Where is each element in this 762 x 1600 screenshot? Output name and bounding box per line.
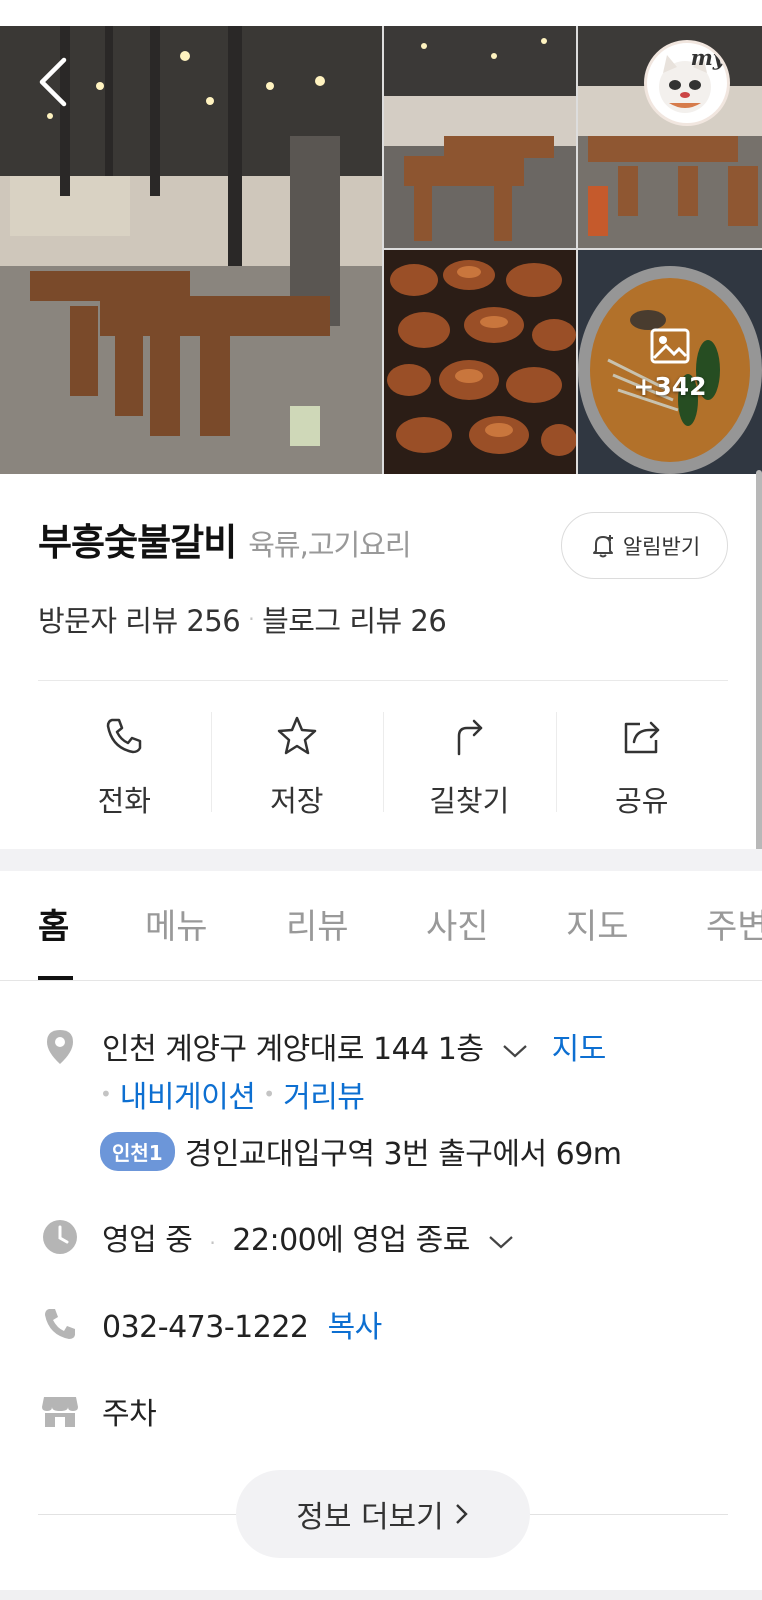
photo-more-overlay[interactable]: +342: [578, 250, 762, 474]
subway-row: 인천1 경인교대입구역 3번 출구에서 69m: [100, 1129, 622, 1173]
clock-icon: [43, 1220, 77, 1254]
chevron-down-icon[interactable]: [487, 1232, 515, 1252]
alarm-button[interactable]: 알림받기: [561, 512, 728, 579]
tab-reviews[interactable]: 리뷰: [286, 899, 349, 948]
store-icon: [42, 1397, 78, 1427]
back-button[interactable]: [30, 52, 80, 112]
parking-text: 주차: [102, 1397, 157, 1432]
divider: [0, 980, 762, 981]
section-separator: [0, 849, 762, 871]
phone-number[interactable]: 032-473-1222: [102, 1310, 309, 1345]
hours-detail: 22:00에 영업 종료: [232, 1223, 470, 1258]
address-row: 인천 계양구 계양대로 144 1층 지도: [40, 1024, 606, 1068]
tab-menu[interactable]: 메뉴: [145, 899, 208, 948]
action-bar: 전화 저장 길찾기 공유: [38, 700, 728, 822]
subway-line-badge: 인천1: [100, 1131, 175, 1171]
more-info-label: 정보 더보기: [296, 1500, 444, 1535]
visitor-review-count[interactable]: 방문자 리뷰 256: [38, 598, 241, 640]
status-bar-area: [0, 0, 762, 26]
tab-nearby[interactable]: 주변: [706, 899, 762, 948]
copy-phone-link[interactable]: 복사: [328, 1310, 383, 1345]
directions-icon: [458, 719, 483, 756]
save-button[interactable]: 저장: [210, 700, 384, 822]
tab-photos[interactable]: 사진: [426, 899, 489, 948]
tab-map[interactable]: 지도: [566, 899, 629, 948]
alarm-label: 알림받기: [622, 534, 701, 559]
section-separator: [0, 1590, 762, 1600]
call-button[interactable]: 전화: [38, 700, 211, 822]
separator-dot: •: [263, 1082, 276, 1106]
call-label: 전화: [97, 784, 151, 818]
star-icon: [277, 716, 316, 755]
share-button[interactable]: 공유: [555, 700, 729, 822]
separator-dot: ·: [248, 607, 255, 631]
divider: [38, 680, 728, 681]
tab-bar: 홈 메뉴 리뷰 사진 지도 주변: [0, 871, 762, 981]
image-icon: [650, 328, 690, 363]
my-badge-text: my: [690, 45, 725, 70]
subway-direction: 경인교대입구역 3번 출구에서 69m: [184, 1137, 622, 1172]
streetview-link[interactable]: 거리뷰: [283, 1072, 365, 1116]
blog-review-count[interactable]: 블로그 리뷰 26: [262, 598, 447, 640]
phone-row: 032-473-1222 복사: [40, 1302, 382, 1346]
bell-plus-icon: [592, 534, 613, 557]
directions-button[interactable]: 길찾기: [383, 700, 556, 822]
scrollbar[interactable]: [756, 470, 762, 860]
navigation-link[interactable]: 내비게이션: [120, 1072, 256, 1116]
review-summary: 방문자 리뷰 256 · 블로그 리뷰 26: [38, 598, 447, 640]
navigation-links: • 내비게이션 • 거리뷰: [100, 1072, 365, 1116]
place-name: 부흥숯불갈비: [38, 521, 237, 564]
chevron-down-icon[interactable]: [501, 1041, 529, 1061]
map-link[interactable]: 지도: [552, 1032, 607, 1067]
share-icon: [624, 721, 659, 754]
share-label: 공유: [615, 784, 669, 818]
back-arrow-icon: [39, 57, 67, 107]
separator-dot: ·: [209, 1231, 216, 1255]
photo-dining-tables[interactable]: [384, 26, 576, 248]
hours-status: 영업 중: [102, 1223, 193, 1258]
location-pin-icon: [47, 1030, 73, 1064]
chevron-right-icon: [455, 1504, 468, 1524]
address-text: 인천 계양구 계양대로 144 1층: [102, 1032, 484, 1067]
save-label: 저장: [270, 784, 324, 818]
photo-count: +342: [633, 371, 707, 401]
hours-row[interactable]: 영업 중 · 22:00에 영업 종료: [40, 1215, 515, 1259]
phone-icon: [45, 1309, 75, 1339]
photo-grilled-galbi[interactable]: [384, 250, 576, 474]
place-category: 육류,고기요리: [248, 528, 411, 562]
separator-dot: •: [100, 1082, 112, 1106]
my-profile-avatar[interactable]: my: [644, 40, 730, 126]
tab-home[interactable]: 홈: [38, 899, 69, 948]
place-header: 부흥숯불갈비 육류,고기요리: [38, 512, 412, 566]
parking-row: 주차: [40, 1389, 157, 1433]
phone-icon: [107, 718, 142, 754]
directions-label: 길찾기: [429, 784, 510, 818]
more-info-button[interactable]: 정보 더보기: [236, 1470, 530, 1558]
